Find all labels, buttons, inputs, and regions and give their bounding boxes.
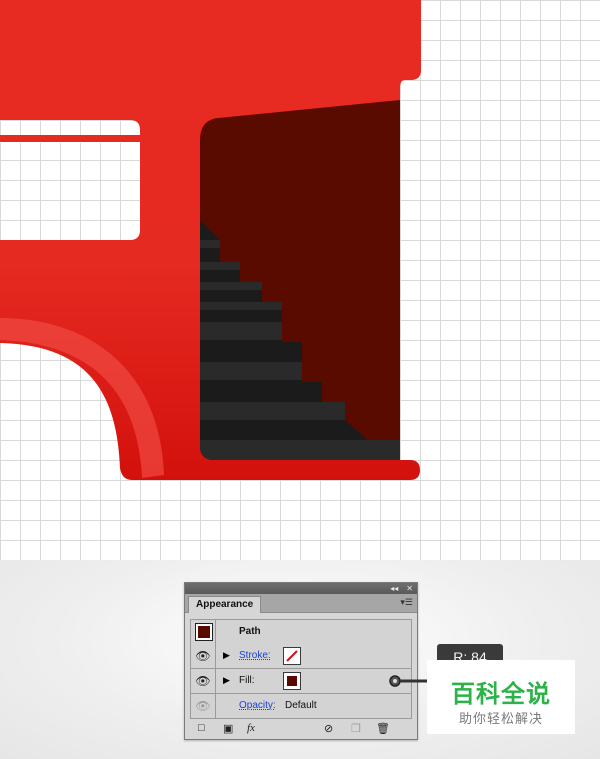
close-icon[interactable]: ✕ (402, 583, 417, 594)
clear-appearance-icon[interactable]: ⊘ (324, 722, 333, 735)
opacity-label[interactable]: Opacity: (239, 700, 276, 711)
collapse-icon[interactable]: ◂◂ (386, 583, 402, 594)
path-label: Path (239, 626, 261, 637)
watermark-title: 百科全说 (451, 681, 551, 708)
duplicate-item-icon: ❐ (351, 723, 361, 735)
opacity-value: Default (285, 700, 317, 711)
no-stroke-icon (286, 650, 298, 662)
opacity-row[interactable]: 👁 Opacity: Default (190, 694, 412, 719)
path-fill-swatch[interactable] (195, 623, 213, 641)
eye-icon: 👁 (195, 699, 211, 713)
fill-label: Fill: (239, 675, 255, 686)
window-stripe-white (0, 142, 138, 143)
add-fill-icon[interactable]: ▣ (223, 722, 233, 735)
path-swatch-cell (191, 620, 216, 644)
add-stroke-icon[interactable]: □ (198, 722, 205, 734)
stroke-visibility[interactable]: 👁 (191, 644, 216, 668)
fill-row[interactable]: 👁 ▶ Fill: (190, 669, 412, 694)
panel-bottombar: □ ▣ fx ⊘ ❐ 🗑 (185, 719, 417, 739)
artboard-canvas[interactable] (0, 0, 600, 560)
body-stripe (0, 135, 140, 142)
watermark-subtitle: 助你轻松解决 (458, 711, 543, 726)
trash-icon[interactable]: 🗑 (376, 722, 390, 735)
eye-icon[interactable]: 👁 (195, 649, 210, 663)
opacity-visibility: 👁 (191, 694, 216, 718)
add-effect-icon[interactable]: fx (247, 722, 255, 734)
panel-titlebar[interactable]: ◂◂ ✕ (185, 583, 417, 594)
eye-icon[interactable]: 👁 (195, 674, 210, 688)
fill-color-swatch[interactable] (283, 672, 301, 690)
bus-illustration (0, 0, 421, 480)
panel-menu-icon[interactable]: ▾☰ (400, 597, 413, 608)
stroke-label[interactable]: Stroke: (239, 650, 271, 661)
watermark: 百科全说 助你轻松解决 (427, 660, 575, 734)
panel-tabstrip: Appearance ▾☰ (185, 594, 417, 613)
expand-triangle-icon[interactable]: ▶ (223, 675, 230, 686)
stroke-none-swatch[interactable] (283, 647, 301, 665)
expand-triangle-icon[interactable]: ▶ (223, 650, 230, 661)
tab-appearance[interactable]: Appearance (188, 596, 262, 613)
stroke-row[interactable]: 👁 ▶ Stroke: (190, 644, 412, 669)
fill-visibility[interactable]: 👁 (191, 669, 216, 693)
appearance-panel[interactable]: ◂◂ ✕ Appearance ▾☰ Path 👁 ▶ Stroke: 👁 ▶ … (184, 582, 418, 740)
path-row[interactable]: Path (190, 619, 412, 645)
